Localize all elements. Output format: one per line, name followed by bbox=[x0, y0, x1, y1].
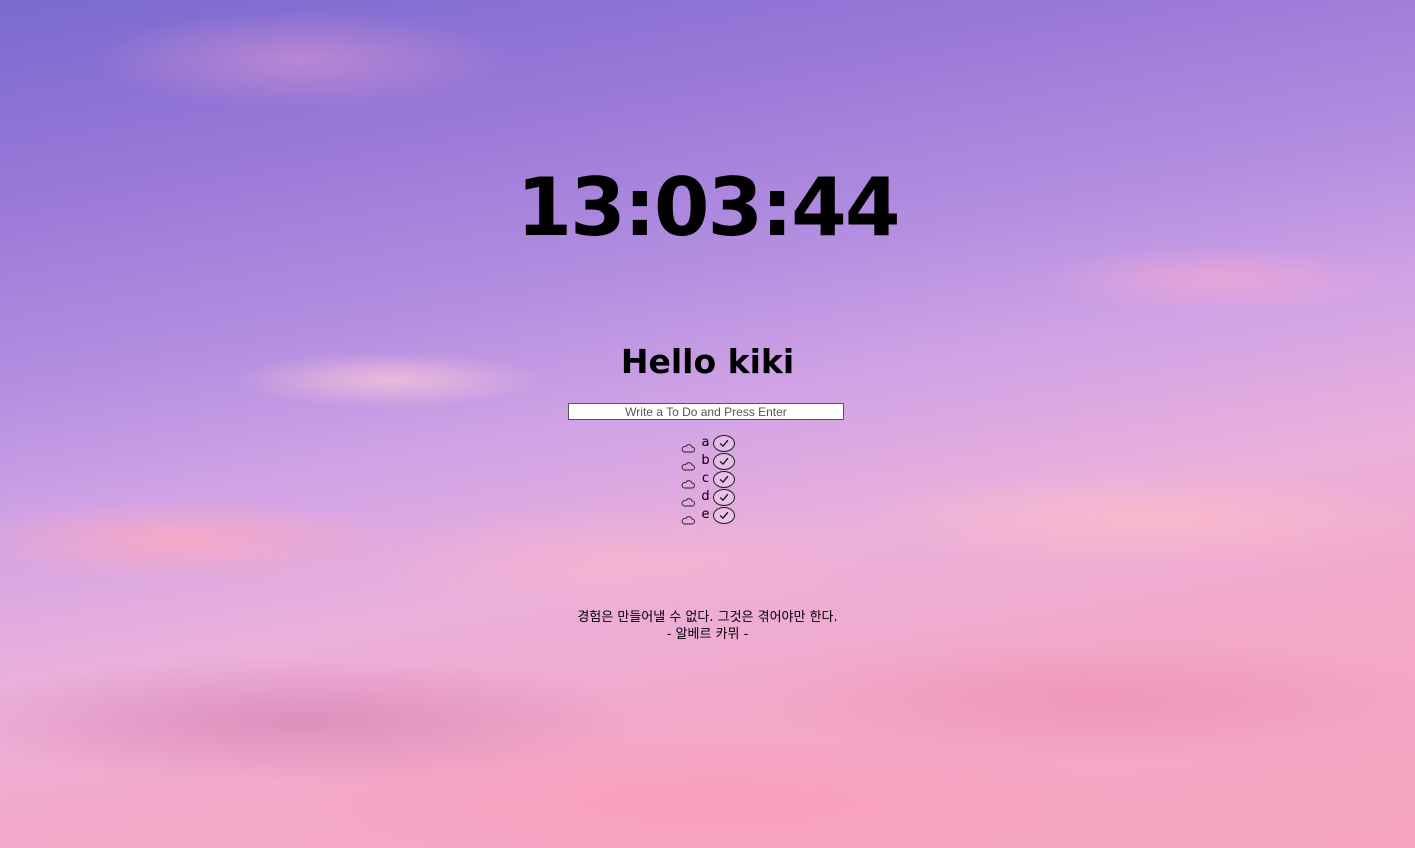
cloud-icon bbox=[681, 474, 695, 489]
cloud-icon bbox=[681, 492, 695, 507]
todo-text: a bbox=[701, 435, 710, 450]
greeting: Hello kiki bbox=[620, 342, 795, 381]
done-button[interactable] bbox=[712, 452, 735, 470]
cloud-icon bbox=[681, 456, 695, 471]
check-icon bbox=[719, 511, 728, 519]
quote-author: - 알베르 카뮈 - bbox=[666, 627, 749, 642]
done-button[interactable] bbox=[712, 506, 735, 524]
todo-item: b bbox=[0, 452, 1415, 471]
check-icon bbox=[719, 457, 728, 465]
todo-text: b bbox=[701, 453, 710, 468]
todo-text: c bbox=[701, 471, 710, 486]
done-button[interactable] bbox=[712, 488, 735, 506]
quote-text: 경험은 만들어낼 수 없다. 그것은 겪어야만 한다. bbox=[577, 610, 838, 625]
quote: 경험은 만들어낼 수 없다. 그것은 겪어야만 한다. - 알베르 카뮈 - bbox=[0, 609, 1415, 643]
todo-text: e bbox=[701, 507, 710, 522]
todo-item: e bbox=[0, 506, 1415, 525]
check-icon bbox=[719, 493, 728, 501]
check-icon bbox=[719, 475, 728, 483]
todo-input[interactable] bbox=[568, 403, 844, 420]
todo-item: c bbox=[0, 470, 1415, 489]
todo-item: a bbox=[0, 434, 1415, 453]
todo-text: d bbox=[701, 489, 710, 504]
done-button[interactable] bbox=[712, 470, 735, 488]
check-icon bbox=[719, 439, 728, 447]
clock: 13:03:44 bbox=[516, 161, 901, 254]
done-button[interactable] bbox=[712, 434, 735, 452]
cloud-icon bbox=[681, 510, 695, 525]
cloud-icon bbox=[681, 438, 695, 453]
todo-list: a b c d e bbox=[0, 434, 1415, 525]
todo-item: d bbox=[0, 488, 1415, 507]
